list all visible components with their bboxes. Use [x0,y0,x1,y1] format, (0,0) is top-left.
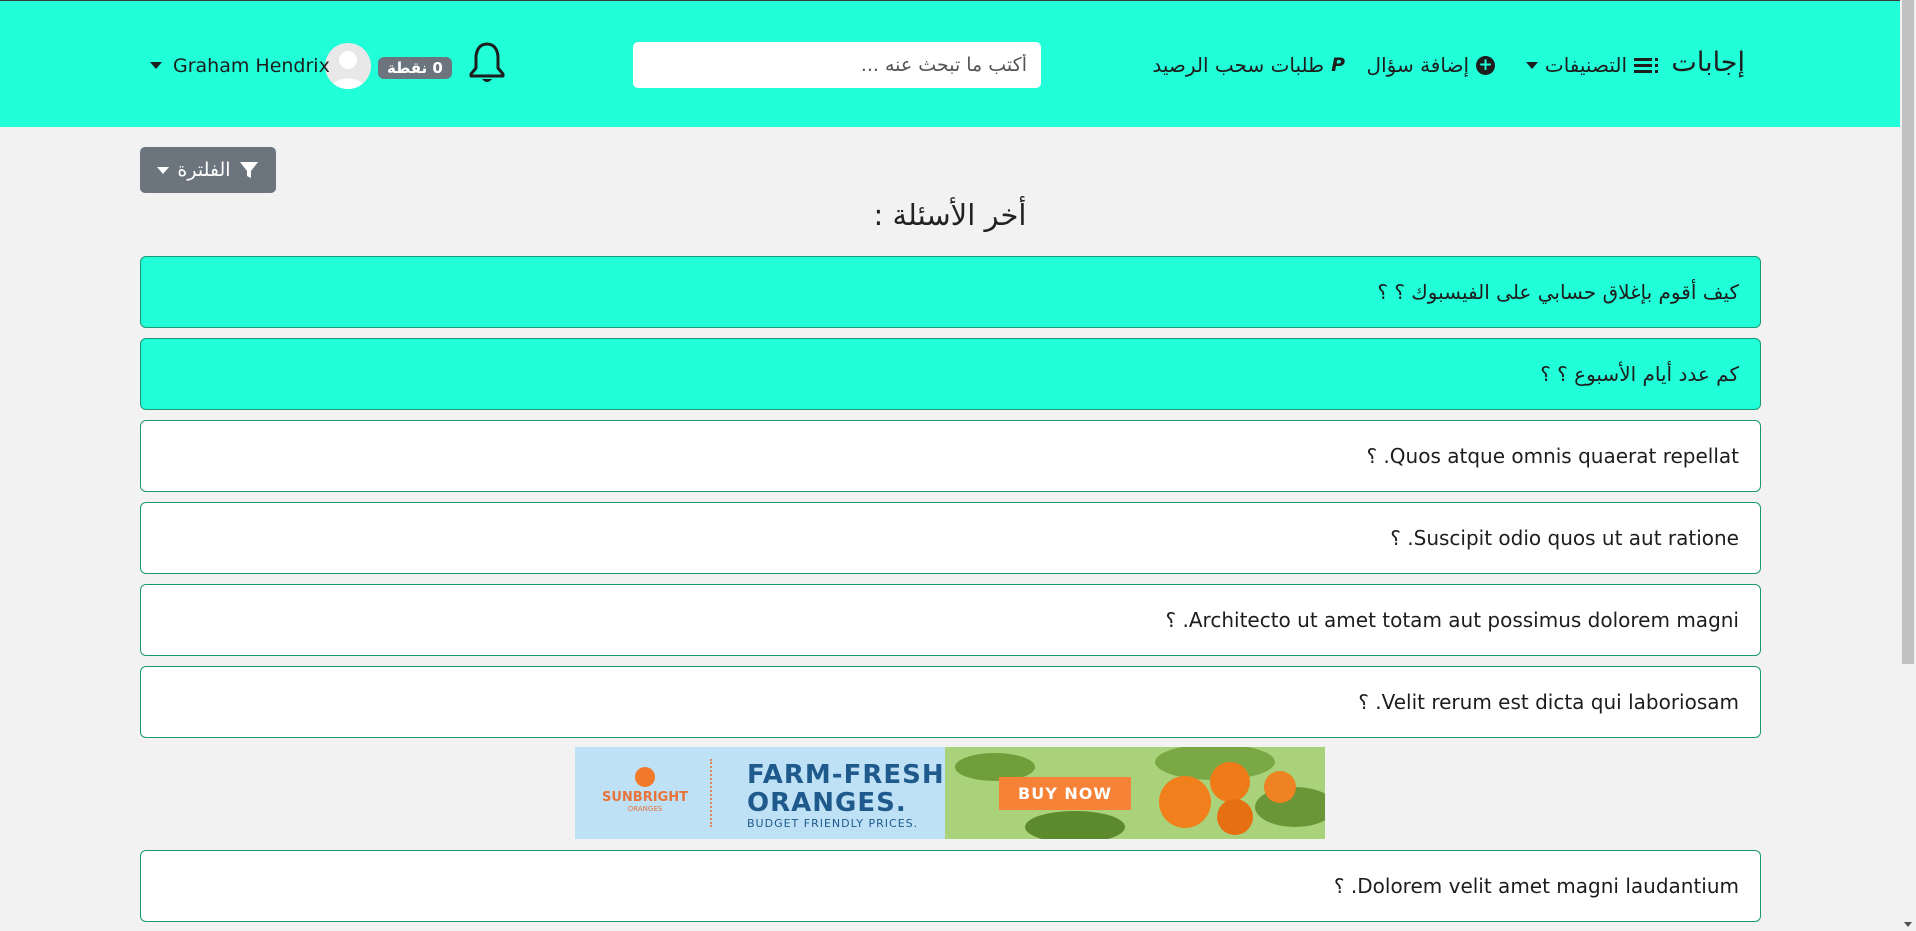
question-card[interactable]: Suscipit odio quos ut aut ratione. ؟ [140,502,1761,574]
ad-brand-logo: SUNBRIGHT ORANGES [599,767,691,813]
ad-brand-name: SUNBRIGHT [602,790,688,805]
avatar[interactable] [325,43,371,89]
chevron-down-icon [157,166,170,174]
question-title[interactable]: Velit rerum est dicta qui laboriosam. ؟ [1358,690,1739,714]
question-title[interactable]: كم عدد أيام الأسبوع ؟ ؟ [1540,362,1739,386]
question-card[interactable]: كم عدد أيام الأسبوع ؟ ؟ [140,338,1761,410]
scroll-down-arrow-icon[interactable] [1904,922,1912,927]
ad-tagline: BUDGET FRIENDLY PRICES. [747,817,919,830]
nav-withdraw-label: طلبات سحب الرصيد [1152,53,1325,77]
scrollbar-thumb[interactable] [1902,0,1914,664]
ad-divider [710,759,712,827]
paypal-icon: P [1331,54,1345,76]
question-title[interactable]: Architecto ut amet totam aut possimus do… [1166,608,1739,632]
ad-headline: FARM-FRESH ORANGES. [747,761,945,817]
sun-icon [635,767,655,787]
ad-buy-now-button[interactable]: BUY NOW [999,777,1131,810]
filter-icon [239,162,258,178]
top-navbar: إجابات التصنيفات إضافة سؤال + طلبات سحب … [0,0,1900,127]
question-card[interactable]: Architecto ut amet totam aut possimus do… [140,584,1761,656]
plus-circle-icon: + [1476,55,1495,75]
nav-add-question[interactable]: إضافة سؤال + [1367,53,1495,77]
page-title: أخر الأسئلة : [873,198,1027,232]
question-card[interactable]: Dolorem velit amet magni laudantium. ؟ [140,850,1761,922]
ad-headline-line-2: ORANGES. [747,788,907,818]
ad-headline-line-1: FARM-FRESH [747,760,945,790]
site-brand[interactable]: إجابات [1671,47,1745,78]
nav-withdraw-requests[interactable]: طلبات سحب الرصيد P [1152,53,1345,77]
ad-banner[interactable]: SUNBRIGHT ORANGES FARM-FRESH ORANGES. BU… [575,747,1325,839]
filter-label: الفلترة [177,159,231,181]
question-card[interactable]: Quos atque omnis quaerat repellat. ؟ [140,420,1761,492]
nav-add-question-label: إضافة سؤال [1366,53,1469,77]
question-card[interactable]: Velit rerum est dicta qui laboriosam. ؟ [140,666,1761,738]
page-scrollbar[interactable] [1900,0,1916,931]
question-title[interactable]: Suscipit odio quos ut aut ratione. ؟ [1390,526,1739,550]
question-title[interactable]: Quos atque omnis quaerat repellat. ؟ [1366,444,1739,468]
filter-button[interactable]: الفلترة [140,147,276,193]
points-badge: 0 نقطة [378,57,452,79]
list-icon [1634,57,1658,73]
search-input[interactable] [633,42,1041,88]
chevron-down-icon [1525,61,1538,69]
ad-brand-sub: ORANGES [627,805,663,813]
question-title[interactable]: كيف أقوم بإغلاق حسابي على الفيسبوك ؟ ؟ [1377,280,1739,304]
bell-icon[interactable] [468,41,506,89]
user-menu-chevron-icon[interactable] [150,62,162,69]
question-title[interactable]: Dolorem velit amet magni laudantium. ؟ [1334,874,1739,898]
nav-categories-label: التصنيفات [1544,53,1627,77]
user-name[interactable]: Graham Hendrix [173,55,330,77]
nav-categories-dropdown[interactable]: التصنيفات [1525,53,1658,77]
question-card[interactable]: كيف أقوم بإغلاق حسابي على الفيسبوك ؟ ؟ [140,256,1761,328]
